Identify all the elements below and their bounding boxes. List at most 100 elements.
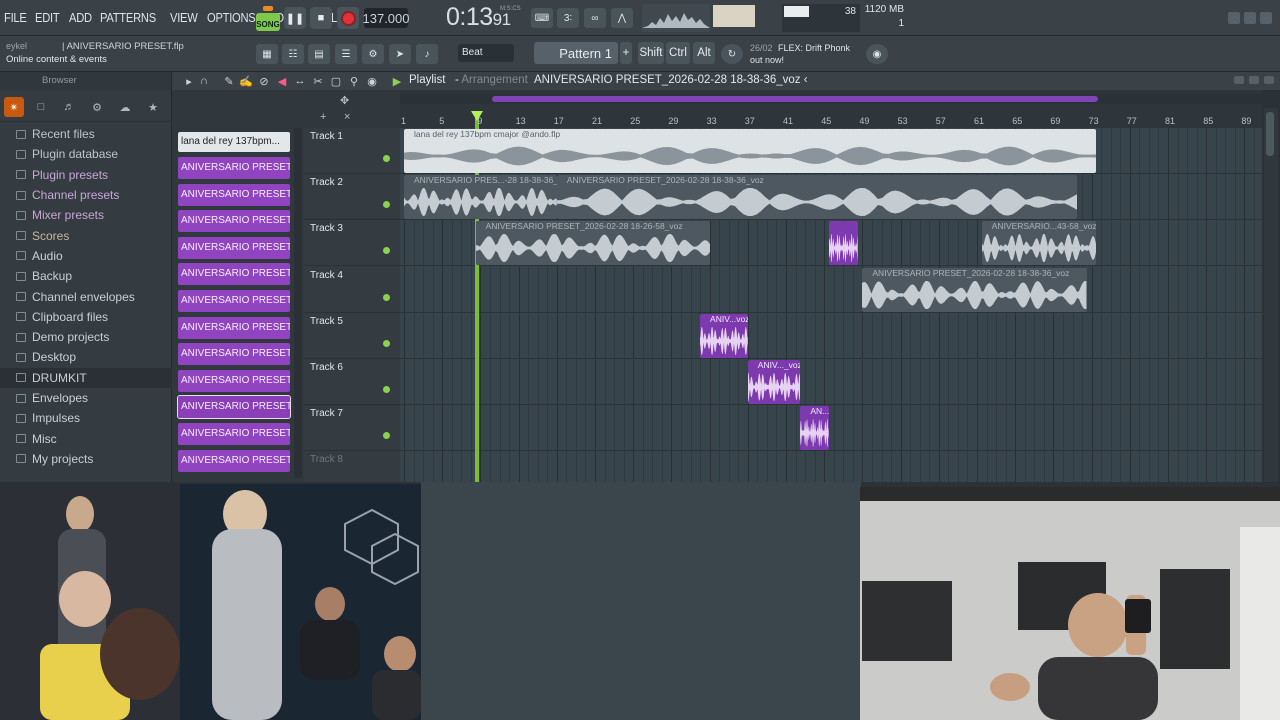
playlist-clip[interactable]: ANIV...voz (700, 313, 748, 358)
close-button[interactable] (1260, 12, 1272, 24)
browser-item[interactable]: Plugin presets (0, 165, 172, 185)
browser-speaker-icon[interactable]: ♬ (59, 97, 79, 117)
playlist-minimize-button[interactable] (1234, 76, 1244, 84)
channel-button[interactable]: ANIVERSARIO PRESET_202... (178, 183, 290, 206)
snap-selector[interactable]: Beat (458, 44, 514, 62)
browser-file-icon[interactable]: □ (31, 97, 51, 117)
menu-file[interactable]: FILE (4, 10, 27, 25)
playlist-close-button[interactable] (1264, 76, 1274, 84)
playlist-arrangement[interactable]: - Arrangement (455, 74, 528, 86)
slice-icon[interactable]: ✂ (311, 74, 325, 88)
minimize-button[interactable] (1228, 12, 1240, 24)
track-header[interactable]: Track 6 (304, 359, 400, 405)
menu-options[interactable]: OPTIONS (207, 10, 256, 25)
magnet-icon[interactable]: ∩ (197, 74, 211, 88)
track-enable-led[interactable] (383, 386, 390, 393)
playlist-clip[interactable]: ANIV..._voz (747, 360, 801, 404)
slip-icon[interactable]: ↔ (293, 74, 307, 88)
shift-key-button[interactable]: Shift (638, 42, 664, 64)
playlist-clip[interactable]: ANIVERSARIO PRESET_2026-02-28 18-38-36_v… (556, 175, 1078, 220)
channel-first[interactable]: lana del rey 137bpm... (178, 132, 290, 152)
browser-item[interactable]: Scores (0, 225, 172, 245)
microphone-icon[interactable]: ♪ (416, 44, 438, 64)
channel-button[interactable]: ANIVERSARIO PRESET_202... (178, 316, 290, 339)
alt-key-button[interactable]: Alt (693, 42, 715, 64)
mute-icon[interactable]: ◀ (275, 74, 289, 88)
browser-item[interactable]: Misc (0, 428, 172, 448)
browser-favorites-icon[interactable]: ★ (143, 97, 163, 117)
track-header[interactable]: Track 2 (304, 174, 400, 221)
browser-item[interactable]: Clipboard files (0, 307, 172, 327)
track-enable-led[interactable] (383, 155, 390, 162)
close-track-icon[interactable]: × (344, 111, 350, 123)
piano-roll-icon[interactable]: ▤ (308, 44, 330, 64)
browser-cloud-icon[interactable]: ☁ (115, 97, 135, 117)
plugin-icon[interactable]: ⚙ (362, 44, 384, 64)
select-icon[interactable]: ▢ (329, 74, 343, 88)
channel-scrollbar[interactable] (294, 128, 302, 478)
browser-item[interactable]: My projects (0, 449, 172, 469)
paint-icon[interactable]: ✍ (239, 74, 253, 88)
pattern-selector[interactable]: Pattern 1 (534, 42, 618, 64)
playlist-clip[interactable]: AN...z (800, 406, 829, 451)
pencil-icon[interactable]: ✎ (222, 74, 236, 88)
mixer-icon[interactable]: ☰ (335, 44, 357, 64)
playlist-play-icon[interactable]: ▶ (390, 74, 404, 88)
playlist-clip[interactable]: ANIVERSARIO...43-58_voz (981, 221, 1097, 266)
channel-button[interactable]: ANIVERSARIO PRESET_202... (178, 236, 290, 259)
browser-item[interactable]: Desktop (0, 347, 172, 367)
browser-all-button[interactable]: ✴ (4, 97, 24, 117)
track-header[interactable]: Track 5 (304, 313, 400, 359)
news-headline[interactable]: FLEX: Drift Phonk (778, 43, 850, 53)
song-mode-button[interactable]: SONG (256, 13, 280, 31)
menu-view[interactable]: VIEW (170, 10, 198, 25)
browser-item[interactable]: Envelopes (0, 388, 172, 408)
browser-item[interactable]: Impulses (0, 408, 172, 428)
track-enable-led[interactable] (383, 247, 390, 255)
channel-button[interactable]: ANIVERSARIO PRESET_202... (178, 210, 290, 233)
playlist-clip[interactable]: ANIVERSARIO PRESET_2026-02-28 18-38-36_v… (862, 267, 1087, 312)
channel-button[interactable]: ANIVERSARIO PRESET_202... (178, 423, 290, 445)
track-header[interactable]: Track 7 (304, 405, 400, 452)
channel-rack-icon[interactable]: ☷ (282, 44, 304, 64)
news-subline[interactable]: out now! (750, 55, 784, 65)
stop-button[interactable]: ■ (310, 7, 332, 29)
track-enable-led[interactable] (383, 293, 390, 301)
metronome-icon[interactable]: ⋀ (611, 8, 633, 28)
channel-button[interactable]: ANIVERSARIO PRESET_202... (178, 369, 290, 392)
browser-item[interactable]: DRUMKIT (0, 367, 172, 388)
vertical-scrollbar[interactable] (1264, 108, 1278, 482)
horizontal-scrollbar[interactable] (492, 96, 1098, 102)
browser-plugin-icon[interactable]: ⚙ (87, 97, 107, 117)
vertical-scroll-thumb[interactable] (1266, 112, 1274, 156)
playlist-clip[interactable]: ANIVERSARIO PRESET_2026-02-28 18-26-58_v… (475, 221, 710, 266)
playlist-maximize-button[interactable] (1249, 76, 1259, 84)
play-button[interactable]: ❚❚ (284, 7, 306, 29)
browser-item[interactable]: Audio (0, 246, 172, 266)
maximize-button[interactable] (1244, 12, 1256, 24)
add-track-icon[interactable]: + (320, 111, 326, 123)
record-button[interactable] (337, 7, 359, 29)
globe-icon[interactable]: ◉ (866, 44, 888, 64)
snap-icon[interactable]: ▦ (256, 44, 278, 64)
typing-keyboard-icon[interactable]: ⌨ (531, 8, 553, 28)
browser-item[interactable]: Plugin database (0, 144, 172, 164)
channel-button[interactable]: ANIVERSARIO PRESET_202... (178, 263, 290, 286)
track-header[interactable]: Track 3 (304, 220, 400, 267)
playlist-clip[interactable]: ANIVERSARIO PRES...-28 18-38-36_voz (404, 175, 557, 220)
track-enable-led[interactable] (383, 201, 390, 209)
news-icon[interactable]: ↻ (721, 44, 743, 64)
playlist-menu-arrow-icon[interactable]: ▸ (182, 74, 196, 88)
browser-item[interactable]: Demo projects (0, 327, 172, 347)
channel-button[interactable]: ANIVERSARIO PRESET_202... (178, 290, 290, 312)
channel-button[interactable]: ANIVERSARIO PRESET_202... (178, 449, 290, 472)
track-header[interactable]: Track 1 (304, 128, 400, 174)
move-icon[interactable]: ✥ (340, 94, 349, 107)
channel-button[interactable]: ANIVERSARIO PRESET_202... (178, 157, 290, 179)
add-pattern-button[interactable]: + (620, 42, 632, 64)
menu-add[interactable]: ADD (69, 10, 92, 25)
browser-item[interactable]: Mixer presets (0, 205, 172, 225)
browser-item[interactable]: Backup (0, 266, 172, 286)
playlist-clip[interactable]: lana del rey 137bpm cmajor @ando.flp (404, 129, 1097, 173)
track-enable-led[interactable] (383, 339, 390, 347)
